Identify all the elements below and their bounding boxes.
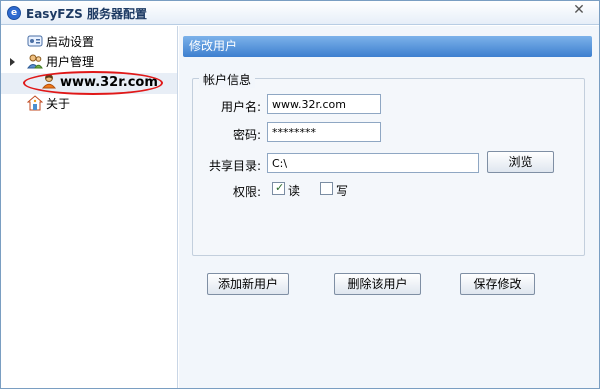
add-user-button[interactable]: 添加新用户 [207,273,289,295]
write-label: 写 [336,184,349,198]
username-label: 用户名: [220,100,261,114]
checkmark-icon: ✓ [275,181,285,194]
close-button[interactable]: ✕ [567,2,591,20]
tree-item-label: 关于 [46,97,71,111]
permission-label: 权限: [232,185,261,199]
share-dir-field[interactable] [267,153,479,173]
tree-item-label: 启动设置 [46,35,95,49]
tree-item-label: 用户管理 [46,55,95,69]
tree-item-about[interactable]: 关于 [26,94,71,114]
tree-expand-arrow-icon[interactable] [10,58,15,66]
password-field[interactable] [267,122,381,142]
about-icon [26,95,44,111]
account-info-legend: 帐户信息 [199,71,256,88]
main-panel: 修改用户 帐户信息 用户名: 密码: 共享目录: 浏览 权限: ✓ 读 写 添加… [179,26,599,388]
write-checkbox[interactable] [320,182,333,195]
tree-item-user-management[interactable]: 用户管理 [27,52,94,72]
read-label: 读 [288,184,301,198]
delete-user-button[interactable]: 删除该用户 [334,273,421,295]
tree-item-startup-settings[interactable]: 启动设置 [27,32,94,52]
window-title: EasyFZS 服务器配置 [26,7,147,21]
read-checkbox[interactable]: ✓ [272,181,285,195]
username-field[interactable] [267,94,381,114]
app-icon: e [7,6,21,20]
password-label: 密码: [232,128,261,142]
browse-button[interactable]: 浏览 [487,151,554,173]
startup-settings-icon [27,33,43,49]
title-bar: e EasyFZS 服务器配置 ✕ [1,1,599,25]
sidebar-tree: 启动设置 用户管理 www.32r.com 关于 [1,26,178,388]
main-window: e EasyFZS 服务器配置 ✕ 启动设置 用户管理 www.32r.com … [0,0,600,389]
section-header: 修改用户 [183,36,592,57]
share-dir-label: 共享目录: [208,159,261,173]
save-changes-button[interactable]: 保存修改 [460,273,535,295]
user-management-icon [27,53,43,69]
highlight-ellipse [23,71,163,95]
